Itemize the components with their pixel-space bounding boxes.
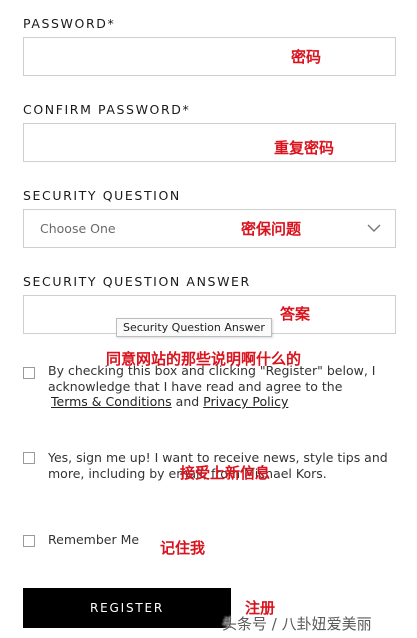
terms-and-text: and — [175, 394, 200, 409]
annotation-newsletter: 接受上新信息 — [180, 464, 271, 482]
security-question-label: SECURITY QUESTION — [23, 188, 181, 203]
annotation-confirm-password: 重复密码 — [274, 139, 335, 157]
annotation-remember-me: 记住我 — [160, 539, 206, 557]
newsletter-checkbox[interactable] — [23, 452, 35, 464]
register-button[interactable]: REGISTER — [23, 588, 231, 628]
chevron-down-icon — [367, 224, 381, 232]
annotation-security-question: 密保问题 — [241, 220, 302, 238]
confirm-password-input[interactable] — [23, 123, 396, 162]
confirm-password-label: CONFIRM PASSWORD* — [23, 102, 191, 117]
security-answer-tooltip: Security Question Answer — [116, 318, 272, 337]
terms-text: By checking this box and clicking "Regis… — [48, 363, 388, 410]
password-input[interactable] — [23, 37, 396, 76]
terms-conditions-link[interactable]: Terms & Conditions — [51, 394, 172, 409]
security-question-select[interactable]: Choose One — [23, 209, 396, 248]
remember-me-label: Remember Me — [48, 532, 140, 547]
watermark: 头条号 / 八卦妞爱美丽 — [222, 615, 372, 633]
password-label: PASSWORD* — [23, 16, 116, 31]
remember-me-checkbox[interactable] — [23, 535, 35, 547]
terms-text-before: By checking this box and clicking "Regis… — [48, 363, 376, 394]
terms-checkbox[interactable] — [23, 367, 35, 379]
privacy-policy-link[interactable]: Privacy Policy — [203, 394, 288, 409]
security-question-value: Choose One — [40, 221, 116, 236]
annotation-password: 密码 — [291, 48, 322, 66]
security-answer-label: SECURITY QUESTION ANSWER — [23, 274, 251, 289]
annotation-security-answer: 答案 — [280, 305, 311, 323]
